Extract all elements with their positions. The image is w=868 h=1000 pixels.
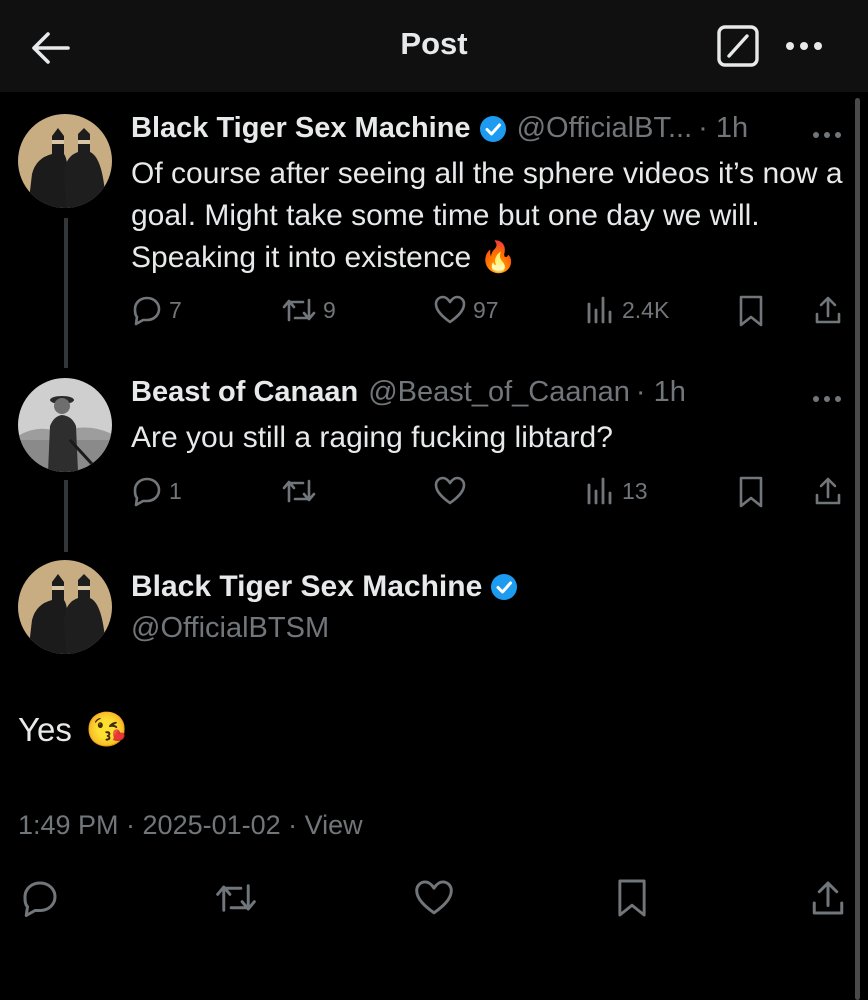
reply-more-button[interactable]: [812, 390, 842, 408]
fire-emoji: 🔥: [479, 241, 517, 274]
repost-button[interactable]: 9: [281, 294, 336, 326]
thread-line: [64, 480, 68, 552]
author-handle[interactable]: @Beast_of_Caanan: [368, 376, 630, 409]
bookmark-button[interactable]: [610, 876, 654, 920]
heart-icon: [434, 476, 466, 505]
share-icon: [812, 881, 844, 915]
reply-icon: [133, 477, 161, 507]
post-text: Yes 😘: [18, 710, 128, 750]
repost-button[interactable]: [281, 475, 317, 507]
post-time: · 1h: [635, 376, 686, 408]
reply-button[interactable]: 1: [131, 475, 182, 507]
like-count: 97: [473, 296, 499, 323]
post-time: · 1h: [698, 112, 749, 144]
reply-button[interactable]: [18, 876, 62, 920]
like-button[interactable]: [433, 475, 467, 507]
reply-header: Beast of Canaan @Beast_of_Caanan · 1h: [131, 376, 686, 409]
share-icon: [815, 296, 841, 324]
repost-icon: [282, 479, 316, 503]
avatar[interactable]: [18, 378, 112, 472]
reply-count: 7: [169, 296, 182, 323]
thread-line: [64, 218, 68, 368]
top-bar: Post: [0, 0, 868, 92]
reply-count: 1: [169, 477, 182, 504]
verified-badge-icon: [490, 573, 518, 601]
bookmark-button[interactable]: [737, 294, 765, 328]
views-button[interactable]: 13: [584, 475, 648, 507]
grok-button[interactable]: [716, 24, 760, 68]
more-icon: [813, 396, 841, 402]
reply-icon: [133, 296, 161, 326]
reply-header: Black Tiger Sex Machine @OfficialBT... ·…: [131, 112, 748, 145]
bookmark-button[interactable]: [737, 475, 765, 509]
reply-more-button[interactable]: [812, 126, 842, 144]
post-timestamp[interactable]: 1:49 PM · 2025-01-02 · View: [18, 810, 363, 841]
views-icon: [587, 477, 612, 505]
author-name[interactable]: Black Tiger Sex Machine: [131, 570, 482, 604]
avatar[interactable]: [18, 560, 112, 654]
reply-text: Are you still a raging fucking libtard?: [131, 421, 613, 454]
like-button[interactable]: [412, 876, 456, 920]
more-icon: [813, 132, 841, 138]
repost-icon: [282, 298, 316, 322]
reply-text: Of course after seeing all the sphere vi…: [131, 153, 846, 279]
heart-icon: [434, 295, 466, 324]
views-icon: [587, 296, 612, 324]
repost-button[interactable]: [214, 876, 258, 920]
reply-icon: [23, 881, 57, 917]
author-handle[interactable]: @OfficialBT...: [517, 112, 693, 145]
bookmark-icon: [739, 476, 763, 508]
author-name[interactable]: Beast of Canaan: [131, 376, 358, 409]
reply-button[interactable]: 7: [131, 294, 182, 326]
verified-badge-icon: [479, 115, 507, 143]
more-options-button[interactable]: [782, 28, 826, 64]
main-author-name-row: Black Tiger Sex Machine: [131, 570, 518, 604]
share-button[interactable]: [813, 475, 843, 507]
author-handle[interactable]: @OfficialBTSM: [131, 612, 329, 645]
scrollbar[interactable]: [855, 98, 860, 1000]
views-button[interactable]: 2.4K: [584, 294, 669, 326]
bookmark-icon: [739, 295, 763, 327]
heart-icon: [415, 880, 453, 915]
post-text-body: Yes: [18, 711, 72, 748]
views-count: 2.4K: [622, 296, 670, 323]
share-icon: [815, 477, 841, 505]
more-icon: [786, 42, 822, 50]
views-count: 13: [622, 477, 648, 504]
kiss-emoji: 😘: [85, 711, 129, 749]
avatar[interactable]: [18, 114, 112, 208]
repost-count: 9: [323, 296, 336, 323]
share-button[interactable]: [806, 876, 850, 920]
like-button[interactable]: 97: [433, 294, 499, 326]
share-button[interactable]: [813, 294, 843, 326]
bookmark-icon: [618, 879, 646, 917]
repost-icon: [216, 884, 256, 912]
author-name[interactable]: Black Tiger Sex Machine: [131, 112, 471, 145]
grok-icon: [717, 25, 759, 67]
